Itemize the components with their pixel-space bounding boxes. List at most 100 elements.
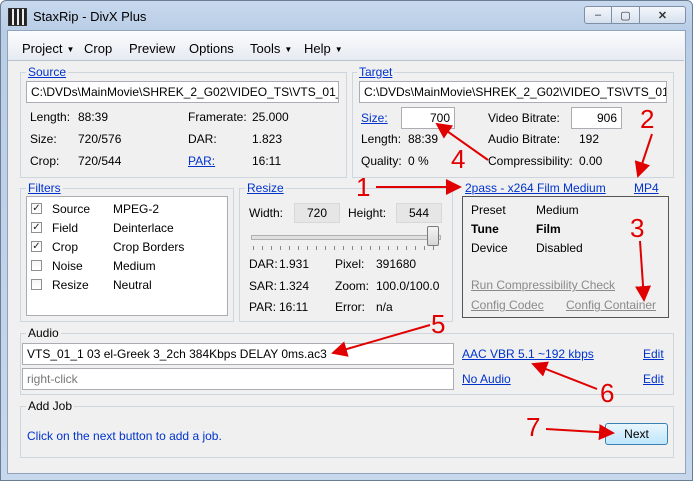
filters-link[interactable]: Filters [26,181,63,195]
target-path-field[interactable]: C:\DVDs\MainMovie\SHREK_2_G02\VIDEO_TS\V… [359,81,667,103]
annotation-7: 7 [526,412,541,442]
encoder-tune-label: Tune [471,222,499,236]
audio-bitrate-value: 192 [579,132,600,146]
compressibility-label: Compressibility: [488,154,573,168]
config-container-link[interactable]: Config Container [566,298,656,312]
audio-track2-edit-link[interactable]: Edit [643,372,664,386]
source-path-field[interactable]: C:\DVDs\MainMovie\SHREK_2_G02\VIDEO_TS\V… [26,81,339,103]
container-link[interactable]: MP4 [634,181,659,195]
maximize-button[interactable]: ▢ [612,6,640,24]
filter-source-checkbox[interactable]: ✓ [31,203,42,214]
menu-project-label: Project [22,41,63,56]
resize-height-value[interactable]: 544 [396,203,442,223]
filter-field-checkbox[interactable]: ✓ [31,222,42,233]
menu-project[interactable]: Project ▼ [22,41,74,56]
audio-track1-codec-link[interactable]: AAC VBR 5.1 ~192 kbps [462,347,594,361]
target-size-link[interactable]: Size: [361,111,388,125]
menu-help-label: Help [304,41,331,56]
resize-height-label: Height: [348,206,387,220]
resize-dar-value: 1.931 [279,257,310,271]
addjob-label: Add Job [26,399,75,413]
resize-slider-ticks [253,246,439,250]
source-size-value: 720/576 [78,132,122,146]
filter-noise-value: Medium [113,259,156,273]
filter-noise-name: Noise [52,259,83,273]
filter-field-name: Field [52,221,79,235]
source-dar-label: DAR: [188,132,217,146]
minimize-button[interactable]: – [584,6,612,24]
run-compressibility-link[interactable]: Run Compressibility Check [471,278,615,292]
target-size-field[interactable]: 700 [401,107,455,129]
encoder-profile-link[interactable]: 2pass - x264 Film Medium [465,181,606,195]
video-bitrate-label: Video Bitrate: [488,111,560,125]
filter-crop-checkbox[interactable]: ✓ [31,241,42,252]
audio-bitrate-label: Audio Bitrate: [488,132,561,146]
video-bitrate-field[interactable]: 906 [571,107,622,129]
chevron-down-icon: ▼ [284,45,293,54]
filter-crop-value: Crop Borders [113,240,185,254]
resize-pixel-label: Pixel: [335,257,365,271]
audio-track2-codec-link[interactable]: No Audio [462,372,511,386]
window-title: StaxRip - DivX Plus [33,9,147,24]
menu-crop[interactable]: Crop [84,41,112,56]
audio-track2-field[interactable]: right-click [22,368,454,390]
next-button[interactable]: Next [605,423,668,445]
source-par-link[interactable]: PAR: [188,154,215,168]
resize-zoom-value: 100.0/100.0 [376,279,440,293]
source-par-value: 16:11 [252,154,282,168]
title-bar[interactable]: StaxRip - DivX Plus – ▢ ✕ [1,1,692,31]
annotation-4: 4 [451,144,466,174]
annotation-2: 2 [640,104,655,134]
filter-field-value: Deinterlace [113,221,174,235]
source-crop-value: 720/544 [78,154,122,168]
target-length-value: 88:39 [408,132,439,146]
resize-par-label: PAR: [249,300,277,314]
filter-noise-checkbox[interactable] [31,260,42,271]
resize-par-value: 16:11 [279,300,309,314]
source-size-label: Size: [30,132,57,146]
menu-preview-label: Preview [129,41,176,56]
target-quality-label: Quality: [361,154,402,168]
resize-slider-thumb[interactable] [427,226,440,246]
chevron-down-icon: ▼ [66,45,75,54]
audio-track1-edit-link[interactable]: Edit [643,347,664,361]
menu-tools[interactable]: Tools ▼ [250,41,292,56]
resize-pixel-value: 391680 [376,257,417,271]
target-length-label: Length: [361,132,402,146]
encoder-tune-value[interactable]: Film [536,222,561,236]
app-icon [8,8,27,26]
source-framerate-value: 25.000 [252,110,289,124]
menu-help[interactable]: Help ▼ [304,41,343,56]
filter-resize-checkbox[interactable] [31,279,42,290]
encoder-device-value[interactable]: Disabled [536,241,583,255]
source-framerate-label: Framerate: [188,110,247,124]
addjob-hint: Click on the next button to add a job. [27,429,222,443]
source-length-value: 88:39 [78,110,109,124]
compressibility-value: 0.00 [579,154,603,168]
encoder-preset-label: Preset [471,203,506,217]
target-link[interactable]: Target [357,65,395,79]
audio-track1-field[interactable]: VTS_01_1 03 el-Greek 3_2ch 384Kbps DELAY… [22,343,454,365]
encoder-preset-value[interactable]: Medium [536,203,579,217]
filter-source-value: MPEG-2 [113,202,160,216]
source-length-label: Length: [30,110,71,124]
menu-preview[interactable]: Preview [129,41,175,56]
source-link[interactable]: Source [26,65,69,79]
config-codec-link[interactable]: Config Codec [471,298,544,312]
source-crop-label: Crop: [30,154,60,168]
resize-sar-value: 1.324 [279,279,310,293]
menu-crop-label: Crop [84,41,113,56]
filter-crop-name: Crop [52,240,79,254]
menu-options[interactable]: Options [189,41,234,56]
close-button[interactable]: ✕ [640,6,686,24]
resize-width-label: Width: [249,206,284,220]
resize-slider-track[interactable] [251,235,441,240]
annotation-6: 6 [600,378,615,408]
audio-label: Audio [26,326,61,340]
resize-width-value[interactable]: 720 [294,203,340,223]
resize-error-label: Error: [335,300,365,314]
resize-link[interactable]: Resize [245,181,286,195]
annotation-5: 5 [431,309,446,339]
annotation-3: 3 [630,213,645,243]
resize-dar-label: DAR: [249,257,278,271]
